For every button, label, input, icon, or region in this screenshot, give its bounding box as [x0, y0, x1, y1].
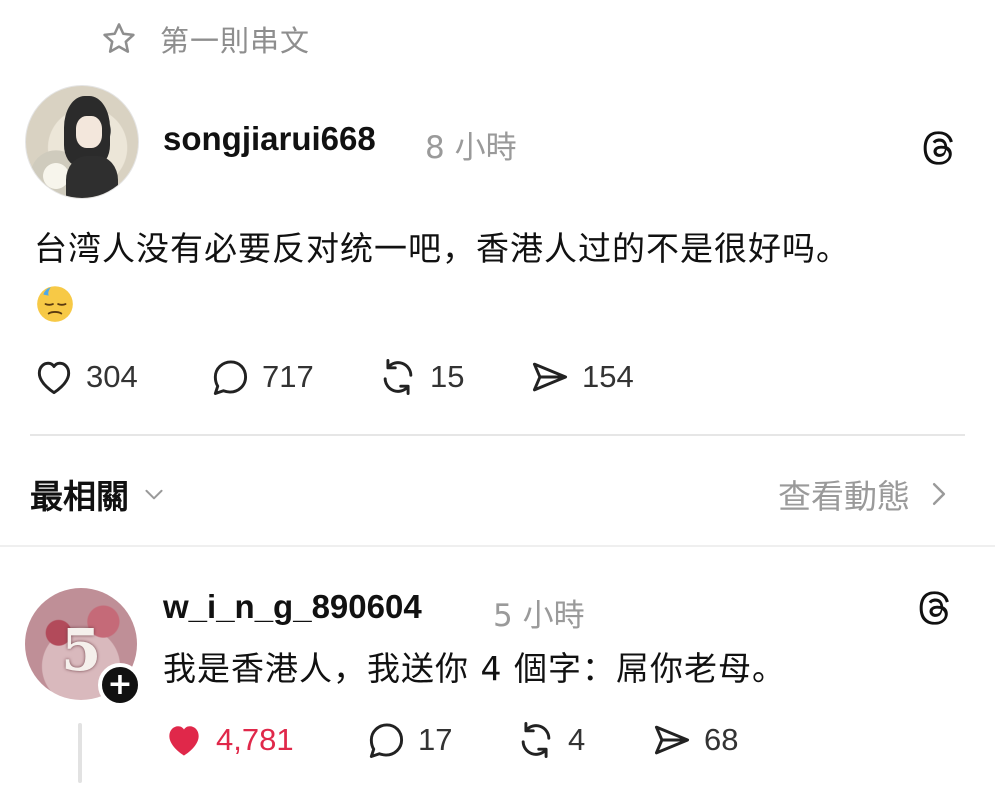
reply-repost-count: 4 — [568, 722, 586, 757]
repost-icon — [521, 722, 551, 758]
sort-dropdown[interactable]: 最相關 — [30, 470, 167, 518]
reply-share-button[interactable]: 68 — [650, 718, 738, 762]
comment-icon — [213, 360, 248, 395]
sort-label: 最相關 — [30, 477, 129, 516]
post-timestamp: 8 小時 — [425, 130, 517, 166]
author-username[interactable]: songjiarui668 — [163, 120, 376, 158]
plus-icon: + — [107, 667, 133, 702]
view-activity-label: 查看動態 — [778, 477, 910, 516]
reply-button[interactable]: 717 — [208, 355, 314, 399]
section-divider — [0, 545, 995, 547]
comment-icon — [369, 723, 404, 758]
reply-reply-count: 17 — [418, 722, 453, 757]
reply-text: 我是香港人，我送你 4 個字：屌你老母。 — [163, 649, 786, 688]
thread-line — [78, 723, 82, 783]
heart-filled-icon — [169, 726, 199, 756]
divider — [30, 434, 965, 436]
reply-username[interactable]: w_i_n_g_890604 — [163, 588, 422, 626]
reply-share-count: 68 — [704, 722, 739, 757]
share-button[interactable]: 154 — [528, 355, 634, 399]
repost-count: 15 — [430, 359, 465, 394]
threads-logo-icon[interactable] — [920, 128, 960, 168]
send-icon — [532, 362, 568, 392]
send-icon — [654, 725, 690, 755]
first-thread-label: 第一則串文 — [160, 24, 311, 58]
heart-icon — [37, 361, 71, 395]
reply-timestamp: 5 小時 — [493, 598, 585, 634]
author-avatar[interactable] — [25, 85, 139, 199]
like-count: 304 — [86, 359, 138, 394]
reply-like-button[interactable]: 4,781 — [162, 718, 294, 762]
reply-reply-button[interactable]: 17 — [364, 718, 452, 762]
share-count: 154 — [582, 359, 634, 394]
view-activity-link[interactable]: 查看動態 — [778, 470, 950, 518]
threads-post-page: 第一則串文 songjiarui668 8 小時 台湾人没有必要反对统一吧，香港… — [0, 0, 995, 800]
chevron-down-icon — [145, 489, 163, 500]
repost-icon — [383, 359, 413, 395]
downcast-sweat-emoji-icon — [37, 286, 73, 322]
like-button[interactable]: 304 — [32, 355, 138, 399]
star-icon — [103, 23, 135, 53]
follow-plus-button[interactable]: + — [98, 663, 142, 707]
reply-count: 717 — [262, 359, 314, 394]
chevron-right-icon — [932, 483, 946, 505]
repost-button[interactable]: 15 — [376, 355, 464, 399]
threads-logo-icon[interactable] — [916, 588, 956, 628]
first-thread-header: 第一則串文 — [100, 18, 310, 60]
reply-like-count: 4,781 — [216, 722, 294, 757]
post-text: 台湾人没有必要反对统一吧，香港人过的不是很好吗。 — [34, 229, 850, 268]
reply-repost-button[interactable]: 4 — [514, 718, 585, 762]
